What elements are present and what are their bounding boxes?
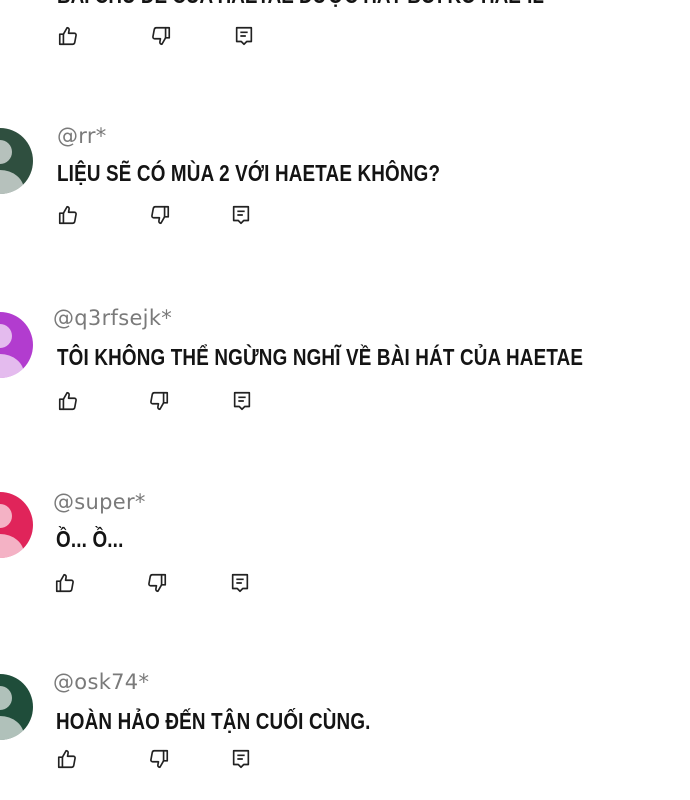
dislike-button[interactable] bbox=[148, 748, 170, 770]
thumbs-up-icon bbox=[58, 26, 77, 46]
thumbs-up-icon bbox=[55, 573, 74, 593]
comment: @rr* LIỆU SẼ CÓ MÙA 2 VỚI HAETAE KHÔNG? bbox=[0, 120, 690, 240]
thumbs-down-icon bbox=[151, 205, 170, 225]
dislike-button[interactable] bbox=[149, 204, 171, 226]
thumbs-up-icon bbox=[57, 749, 76, 769]
reply-comment-icon bbox=[232, 205, 250, 225]
comment: @q3rfsejk* TÔI KHÔNG THỂ NGỪNG NGHĨ VỀ B… bbox=[0, 304, 690, 424]
like-button[interactable] bbox=[57, 25, 79, 47]
reply-comment-icon bbox=[235, 26, 253, 46]
comment-text-partial: BÀI CHỦ ĐỀ CỦA HAETAE ĐƯỢC HÁT BỞI KO HA… bbox=[57, 0, 544, 9]
thumbs-down-icon bbox=[150, 391, 169, 411]
comment-text: Ồ... Ồ... bbox=[56, 526, 124, 552]
comment-author[interactable]: @q3rfsejk* bbox=[53, 306, 172, 330]
avatar[interactable] bbox=[0, 312, 33, 378]
dislike-button[interactable] bbox=[150, 25, 172, 47]
like-button[interactable] bbox=[54, 572, 76, 594]
reply-comment-icon bbox=[232, 749, 250, 769]
dislike-button[interactable] bbox=[148, 390, 170, 412]
reply-comment-icon bbox=[233, 391, 251, 411]
comment-text: LIỆU SẼ CÓ MÙA 2 VỚI HAETAE KHÔNG? bbox=[57, 160, 441, 186]
dislike-button[interactable] bbox=[146, 572, 168, 594]
thumbs-down-icon bbox=[152, 26, 171, 46]
like-button[interactable] bbox=[57, 390, 79, 412]
comment-author[interactable]: @super* bbox=[53, 490, 146, 514]
comment: @super* Ồ... Ồ... bbox=[0, 488, 690, 608]
thumbs-up-icon bbox=[58, 205, 77, 225]
reply-button[interactable] bbox=[233, 25, 255, 47]
reply-button[interactable] bbox=[230, 748, 252, 770]
reply-comment-icon bbox=[231, 573, 249, 593]
comment-author[interactable]: @rr* bbox=[57, 124, 107, 148]
avatar[interactable] bbox=[0, 128, 33, 194]
thumbs-up-icon bbox=[58, 391, 77, 411]
comment: @osk74* HOÀN HẢO ĐẾN TẬN CUỐI CÙNG. bbox=[0, 668, 690, 788]
avatar[interactable] bbox=[0, 492, 33, 558]
reply-button[interactable] bbox=[230, 204, 252, 226]
reply-button[interactable] bbox=[229, 572, 251, 594]
reply-button[interactable] bbox=[231, 390, 253, 412]
like-button[interactable] bbox=[57, 204, 79, 226]
comment-text: TÔI KHÔNG THỂ NGỪNG NGHĨ VỀ BÀI HÁT CỦA … bbox=[57, 344, 584, 370]
comment-author[interactable]: @osk74* bbox=[53, 670, 149, 694]
avatar[interactable] bbox=[0, 674, 33, 740]
comment-text: HOÀN HẢO ĐẾN TẬN CUỐI CÙNG. bbox=[56, 708, 371, 734]
thumbs-down-icon bbox=[148, 573, 167, 593]
like-button[interactable] bbox=[56, 748, 78, 770]
thumbs-down-icon bbox=[150, 749, 169, 769]
